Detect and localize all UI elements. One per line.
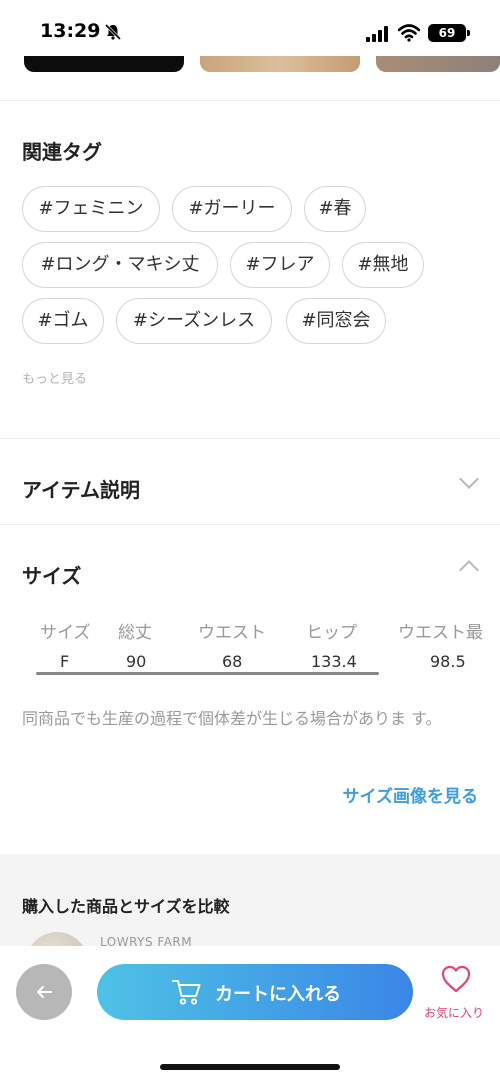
add-to-cart-button[interactable]: カートに入れる (97, 964, 413, 1020)
product-thumbnail[interactable] (200, 56, 360, 72)
divider (0, 524, 500, 525)
cellular-signal-icon (366, 26, 388, 42)
add-to-cart-label: カートに入れる (215, 984, 341, 1005)
size-table-header: ウエスト最 (398, 623, 483, 643)
product-thumbnail[interactable] (24, 56, 184, 72)
size-table-cell: F (60, 652, 70, 671)
size-table-header: サイズ (40, 623, 91, 643)
tag-chip[interactable]: #フェミニン (22, 186, 160, 232)
size-image-link[interactable]: サイズ画像を見る (343, 782, 479, 807)
size-table-cell: 90 (126, 652, 147, 671)
horizontal-scrollbar[interactable] (36, 672, 379, 675)
tag-chip[interactable]: #シーズンレス (116, 298, 272, 344)
item-description-title[interactable]: アイテム説明 (22, 474, 140, 503)
size-table[interactable]: サイズ 総丈 ウエスト ヒップ ウエスト最 F 90 68 133.4 98.5 (22, 614, 500, 676)
divider (0, 438, 500, 439)
home-indicator[interactable] (160, 1064, 340, 1070)
size-table-cell: 133.4 (311, 652, 357, 671)
tag-chip[interactable]: #ゴム (22, 298, 104, 344)
arrow-left-icon (37, 986, 52, 998)
chevron-down-icon[interactable] (459, 469, 479, 489)
tag-chip[interactable]: #春 (304, 186, 366, 232)
status-time: 13:29 (40, 20, 101, 42)
tag-chip[interactable]: #ロング・マキシ丈 (22, 242, 218, 288)
tag-chip[interactable]: #無地 (342, 242, 424, 288)
size-table-header: ウエスト (198, 623, 266, 643)
tag-chip[interactable]: #ガーリー (172, 186, 292, 232)
bell-slash-icon (104, 23, 122, 41)
status-bar: 13:29 69 (0, 0, 500, 60)
heart-icon (441, 965, 471, 993)
size-note: 同商品でも生産の過程で個体差が生じる場合がありま す。 (22, 709, 442, 728)
battery-icon: 69 (428, 24, 470, 42)
favorite-button[interactable]: お気に入り (418, 962, 494, 1024)
divider (0, 100, 500, 101)
size-section-title[interactable]: サイズ (22, 560, 81, 589)
tag-chip[interactable]: #フレア (230, 242, 330, 288)
back-button[interactable] (16, 964, 72, 1020)
tag-chip[interactable]: #同窓会 (286, 298, 386, 344)
favorite-label: お気に入り (424, 1006, 485, 1020)
size-table-cell: 98.5 (430, 652, 466, 671)
size-table-header: ヒップ (306, 623, 357, 643)
wifi-icon (398, 24, 420, 42)
cart-icon (172, 980, 201, 1005)
size-table-header: 総丈 (118, 623, 152, 643)
chevron-up-icon[interactable] (459, 560, 479, 580)
see-more-link[interactable]: もっと見る (22, 368, 87, 387)
size-table-cell: 68 (222, 652, 243, 671)
related-tags-title: 関連タグ (22, 140, 102, 164)
product-thumbnail[interactable] (376, 56, 500, 72)
compare-title: 購入した商品とサイズを比較 (22, 897, 230, 916)
